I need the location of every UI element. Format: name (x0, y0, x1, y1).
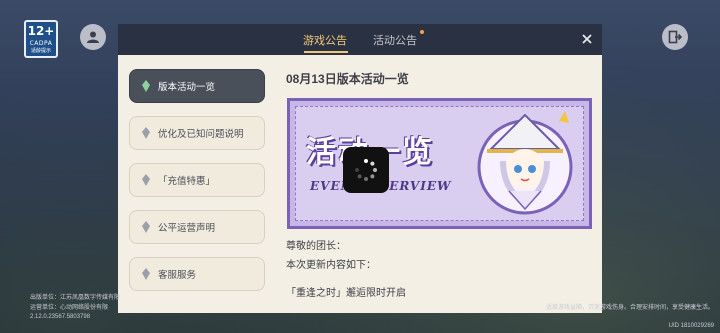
health-notice-text: 适度游戏益脑，沉迷游戏伤身。合理安排时间，享受健康生活。 (545, 305, 714, 311)
event-banner: 活动一览 EVENT OVERVIEW (287, 98, 592, 229)
notification-dot-icon (420, 30, 424, 34)
sidebar-item-version-events[interactable]: 版本活动一览 (129, 69, 265, 103)
update-intro-text: 本次更新内容如下： (286, 260, 376, 271)
announcement-content: 08月13日版本活动一览 活动一览 EVENT OVERVIEW (286, 55, 598, 313)
age-rating-badge: 12+ CADPA 适龄提示 (24, 20, 58, 58)
leaf-icon (140, 220, 152, 234)
uid-text: UID 1810029269 (668, 323, 714, 329)
event-line-text: 「重逢之时」邂逅限时开启 (286, 288, 406, 299)
version-text: 2.12.0.23567.5803798 (30, 314, 91, 320)
sidebar-item-label: 「充值特惠」 (158, 176, 216, 187)
leaf-icon (140, 173, 152, 187)
character-illustration (477, 111, 573, 215)
content-title: 08月13日版本活动一览 (286, 72, 409, 86)
tab-game-announcement[interactable]: 游戏公告 (303, 32, 347, 48)
greeting-text: 尊敬的团长： (286, 241, 346, 252)
tab-event-announcement[interactable]: 活动公告 (373, 32, 417, 48)
logout-icon[interactable] (662, 24, 688, 50)
close-icon (582, 34, 592, 44)
sidebar-item-label: 优化及已知问题说明 (158, 129, 244, 140)
spinner-icon (355, 159, 377, 181)
sidebar-item-optimization[interactable]: 优化及已知问题说明 (129, 116, 265, 150)
leaf-icon (140, 79, 152, 93)
sidebar-item-customer-service[interactable]: 客服服务 (129, 257, 265, 291)
operator-text: 运营单位：心动网络股份有限 (30, 305, 109, 311)
sidebar-item-fair-operation[interactable]: 公平运营声明 (129, 210, 265, 244)
close-button[interactable] (576, 28, 598, 50)
leaf-icon (140, 267, 152, 281)
leaf-icon (140, 126, 152, 140)
profile-icon[interactable] (80, 24, 106, 50)
announcement-header: 游戏公告 活动公告 (118, 24, 602, 55)
sidebar-item-label: 版本活动一览 (158, 82, 216, 93)
announcement-panel: 版本活动一览 优化及已知问题说明 「充值特惠」 公平运营声明 客服服务 08月1… (118, 55, 602, 313)
sidebar-item-label: 客服服务 (158, 270, 197, 281)
active-tab-indicator (304, 51, 348, 53)
sidebar-item-recharge[interactable]: 「充值特惠」 (129, 163, 265, 197)
publisher-text: 出版单位：江苏凤凰数字传媒有限 (30, 295, 121, 301)
sidebar: 版本活动一览 优化及已知问题说明 「充值特惠」 公平运营声明 客服服务 (118, 55, 278, 313)
sidebar-item-label: 公平运营声明 (158, 223, 216, 234)
loading-spinner (343, 147, 389, 193)
